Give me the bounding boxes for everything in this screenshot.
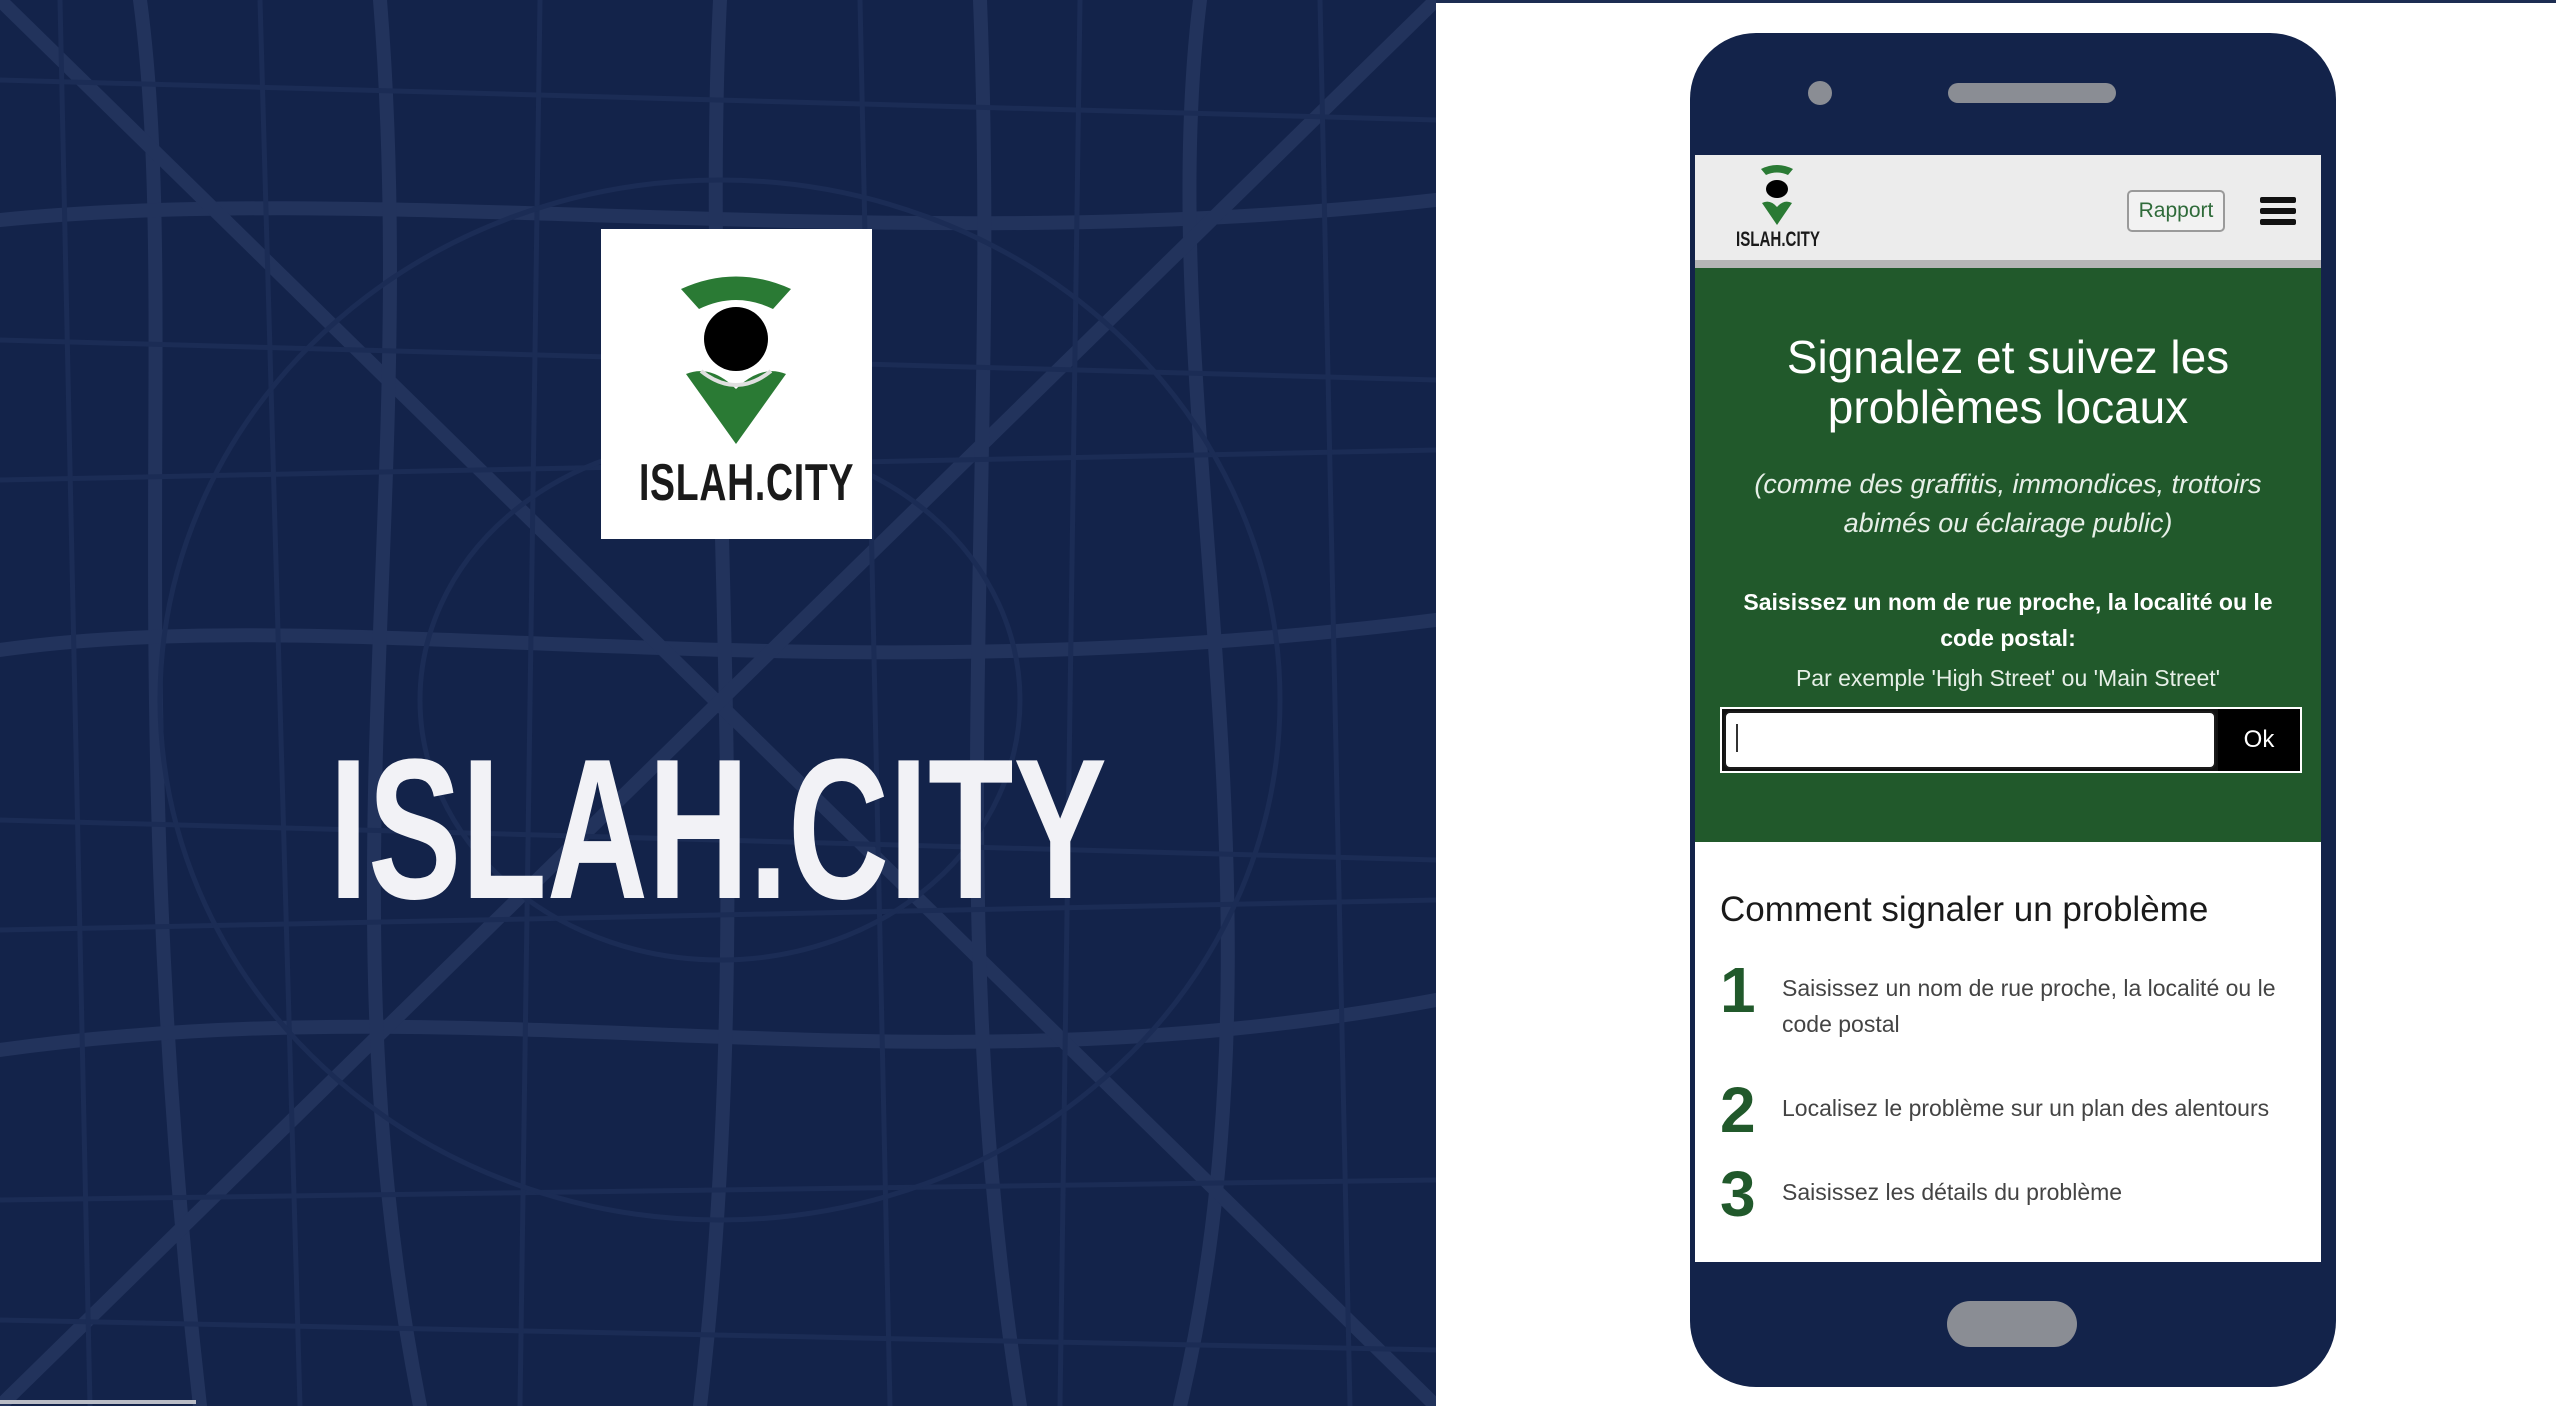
header-logo-wordmark: ISLAH.CITY — [1735, 228, 1820, 251]
hero-title: Signalez et suivez les problèmes locaux — [1786, 331, 2230, 433]
search-example: Par exemple 'High Street' ou 'Main Stree… — [1795, 665, 2221, 691]
mobile-header: ISLAH.CITY Rapport — [1695, 155, 2321, 268]
brand-title: ISLAH.CITY — [329, 718, 1107, 941]
step-text: Saisissez les détails du problème — [1782, 1179, 2123, 1205]
horizontal-scrollbar[interactable] — [0, 1400, 196, 1404]
step-number: 1 — [1720, 954, 1756, 1026]
top-divider — [1436, 0, 2556, 3]
phone-mockup: ISLAH.CITY Rapport Signalez et suivez le… — [1690, 33, 2336, 1387]
logo-card: ISLAH.CITY — [601, 229, 872, 539]
search-label: Saisissez un nom de rue proche, la local… — [1743, 589, 2273, 651]
location-search-input[interactable] — [1724, 711, 2216, 769]
text-caret — [1736, 724, 1738, 752]
hero-subtitle: (comme des graffitis, immondices, trotto… — [1754, 469, 2262, 538]
ok-button[interactable]: Ok — [2218, 709, 2300, 771]
logo-wordmark: ISLAH.CITY — [638, 454, 855, 512]
step-number: 2 — [1720, 1074, 1756, 1146]
city-map-background — [0, 0, 1436, 1406]
phone-screen: ISLAH.CITY Rapport Signalez et suivez le… — [1695, 155, 2321, 1262]
report-button[interactable]: Rapport — [2127, 190, 2225, 232]
how-to-section: Comment signaler un problème 1 Saisissez… — [1695, 842, 2321, 1262]
brand-panel: ISLAH.CITY ISLAH.CITY — [0, 0, 1436, 1406]
phone-camera — [1808, 81, 1832, 105]
step-text: Saisissez un nom de rue proche, la local… — [1782, 975, 2276, 1037]
step-text: Localisez le problème sur un plan des al… — [1782, 1095, 2270, 1121]
hamburger-icon[interactable] — [2260, 197, 2296, 225]
islah-logo-icon — [681, 276, 791, 444]
islah-logo-icon[interactable] — [1757, 163, 1797, 227]
step-number: 3 — [1720, 1158, 1756, 1230]
hero-section: Signalez et suivez les problèmes locaux … — [1695, 268, 2321, 842]
phone-home-button — [1947, 1301, 2077, 1347]
how-to-title: Comment signaler un problème — [1720, 890, 2209, 929]
search-form: Ok — [1720, 707, 2302, 773]
phone-speaker — [1948, 83, 2116, 103]
